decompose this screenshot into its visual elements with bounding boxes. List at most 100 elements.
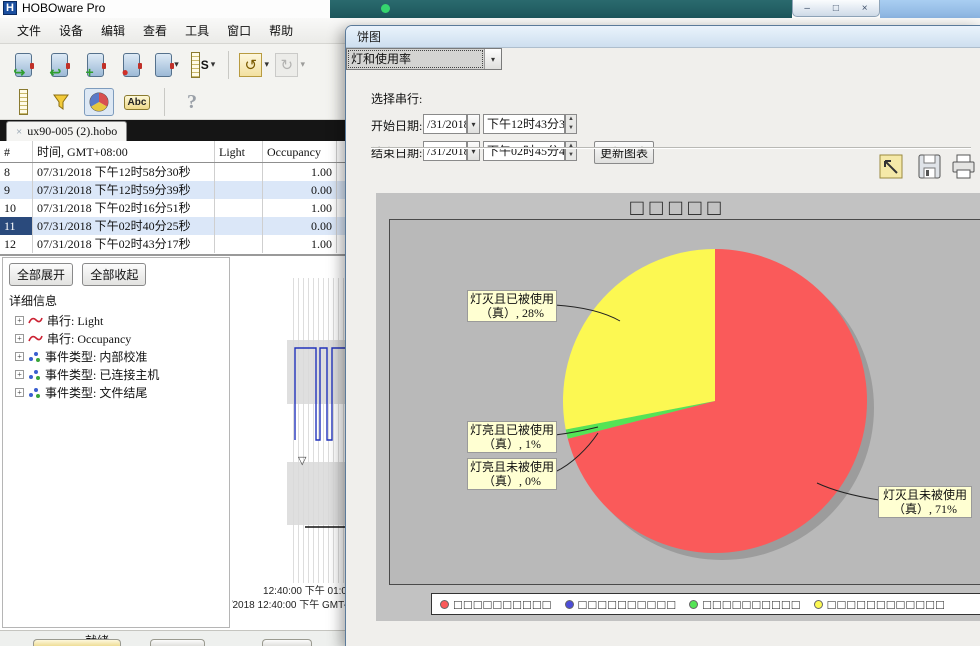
cell-light[interactable] [215, 163, 263, 181]
tree-expander-icon[interactable]: + [15, 352, 24, 361]
plot-marker-icon[interactable]: ▽ [298, 454, 306, 467]
cell-num[interactable]: 12 [0, 235, 33, 253]
app-title: HOBOware Pro [22, 1, 105, 15]
help-icon: ? [187, 91, 197, 114]
tab-close-icon[interactable]: × [16, 126, 22, 138]
pie-chart-button[interactable] [84, 88, 114, 116]
help-button[interactable]: ? [177, 88, 207, 116]
menu-view[interactable]: 查看 [134, 18, 176, 43]
cell-time[interactable]: 07/31/2018 下午02时16分51秒 [33, 199, 215, 217]
pie-chart-svg[interactable] [390, 220, 980, 585]
col-header-time[interactable]: 时间, GMT+08:00 [33, 141, 215, 162]
series-select-combobox[interactable]: 灯和使用率 ▾ [346, 48, 502, 70]
device-open-button[interactable]: ↩ [44, 49, 74, 81]
tree-item-series-occupancy[interactable]: + 串行: Occupancy [3, 329, 229, 347]
end-time-spinner[interactable]: ▲ ▼ [565, 141, 577, 161]
cell-num-selected[interactable]: 11 [0, 217, 33, 235]
tree-expander-icon[interactable]: + [15, 334, 24, 343]
tree-expander-icon[interactable]: + [15, 388, 24, 397]
tree-item-series-light[interactable]: + 串行: Light [3, 311, 229, 329]
close-icon[interactable]: × [862, 3, 868, 14]
tree-expander-icon[interactable]: + [15, 370, 24, 379]
table-row-selected[interactable]: 11 07/31/2018 下午02时40分25秒 0.00 [0, 217, 347, 235]
cell-occupancy[interactable]: 0.00 [263, 217, 337, 235]
collapse-all-button[interactable]: 全部收起 [82, 263, 146, 286]
cell-time[interactable]: 07/31/2018 下午02时43分17秒 [33, 235, 215, 253]
expand-all-button[interactable]: 全部展开 [9, 263, 73, 286]
annotate-button[interactable]: Abc [122, 88, 152, 116]
dropdown-arrow-icon[interactable]: ▾ [174, 59, 179, 70]
ruler-button[interactable] [8, 88, 38, 116]
menu-device[interactable]: 设备 [50, 18, 92, 43]
plot-pane[interactable]: ▽ 12:40:00 下午 01:0 07/31/2018 12:40:00 下… [232, 258, 347, 628]
table-row[interactable]: 12 07/31/2018 下午02时43分17秒 1.00 [0, 235, 347, 253]
cell-occupancy[interactable]: 1.00 [263, 163, 337, 181]
cell-light[interactable] [215, 235, 263, 253]
cell-occupancy[interactable]: 1.00 [263, 199, 337, 217]
bottom-stub-button[interactable] [262, 639, 312, 646]
spin-up-icon[interactable]: ▲ [566, 115, 576, 124]
start-date-field[interactable]: /31/2018 [423, 114, 467, 134]
save-icon[interactable] [917, 153, 942, 180]
end-date-dropdown-icon[interactable]: ▾ [467, 141, 480, 161]
maximize-icon[interactable]: □ [833, 3, 839, 14]
cell-light[interactable] [215, 217, 263, 235]
device-status-button[interactable]: + [80, 49, 110, 81]
device-stop-button[interactable]: ● [116, 49, 146, 81]
menu-help[interactable]: 帮助 [260, 18, 302, 43]
start-date-dropdown-icon[interactable]: ▾ [467, 114, 480, 134]
cell-light[interactable] [215, 199, 263, 217]
cell-occupancy[interactable]: 1.00 [263, 235, 337, 253]
scale-button[interactable]: S ▾ [188, 49, 218, 81]
end-time-field[interactable]: 下午02时45分42秒 [483, 141, 565, 161]
start-time-field[interactable]: 下午12时43分35秒 [483, 114, 565, 134]
tree-item-event-host[interactable]: + 事件类型: 已连接主机 [3, 365, 229, 383]
bottom-stub-button[interactable] [150, 639, 205, 646]
legend-dot-blue [565, 600, 574, 609]
table-row[interactable]: 8 07/31/2018 下午12时58分30秒 1.00 [0, 163, 347, 181]
dropdown-arrow-icon[interactable]: ▾ [264, 59, 269, 70]
spin-down-icon[interactable]: ▼ [566, 151, 576, 160]
cell-time[interactable]: 07/31/2018 下午12时58分30秒 [33, 163, 215, 181]
device-generic-button[interactable]: ▾ [152, 49, 182, 81]
print-icon[interactable] [951, 153, 976, 180]
cell-time[interactable]: 07/31/2018 下午12时59分39秒 [33, 181, 215, 199]
resize-note-icon[interactable] [879, 153, 904, 180]
dialog-titlebar[interactable]: 饼图 [346, 26, 980, 48]
cell-num[interactable]: 10 [0, 199, 33, 217]
table-row[interactable]: 9 07/31/2018 下午12时59分39秒 0.00 [0, 181, 347, 199]
tree-item-event-eof[interactable]: + 事件类型: 文件结尾 [3, 383, 229, 401]
app-logo-icon: H [3, 1, 17, 15]
series-select-value[interactable]: 灯和使用率 [347, 49, 484, 69]
tab-hobo-file[interactable]: × ux90-005 (2).hobo [6, 121, 127, 141]
bottom-stub-button[interactable] [33, 639, 121, 646]
table-row[interactable]: 10 07/31/2018 下午02时16分51秒 1.00 [0, 199, 347, 217]
end-date-field[interactable]: /31/2018 [423, 141, 467, 161]
dropdown-arrow-icon[interactable]: ▾ [211, 59, 216, 70]
device-readout-button[interactable]: ↪ [8, 49, 38, 81]
menu-tools[interactable]: 工具 [176, 18, 218, 43]
start-time-spinner[interactable]: ▲ ▼ [565, 114, 577, 134]
col-header-light[interactable]: Light [215, 141, 263, 162]
cell-occupancy[interactable]: 0.00 [263, 181, 337, 199]
filter-button[interactable] [46, 88, 76, 116]
menu-edit[interactable]: 编辑 [92, 18, 134, 43]
menu-file[interactable]: 文件 [8, 18, 50, 43]
menu-window[interactable]: 窗口 [218, 18, 260, 43]
col-header-num[interactable]: # [0, 141, 33, 162]
tree-expander-icon[interactable]: + [15, 316, 24, 325]
window-controls[interactable]: – □ × [792, 0, 880, 17]
undo-button[interactable]: ↺ ▾ [239, 49, 269, 81]
combobox-arrow-icon[interactable]: ▾ [484, 49, 501, 69]
col-header-occupancy[interactable]: Occupancy [263, 141, 337, 162]
cell-num[interactable]: 8 [0, 163, 33, 181]
minimize-icon[interactable]: – [804, 3, 810, 14]
cell-num[interactable]: 9 [0, 181, 33, 199]
cell-time[interactable]: 07/31/2018 下午02时40分25秒 [33, 217, 215, 235]
tree-item-event-calibration[interactable]: + 事件类型: 内部校准 [3, 347, 229, 365]
update-chart-button[interactable]: 更新图表 [594, 141, 654, 164]
device-status-icon: + [87, 53, 104, 77]
cell-light[interactable] [215, 181, 263, 199]
tree-item-label: 串行: Light [47, 312, 103, 329]
spin-down-icon[interactable]: ▼ [566, 124, 576, 133]
